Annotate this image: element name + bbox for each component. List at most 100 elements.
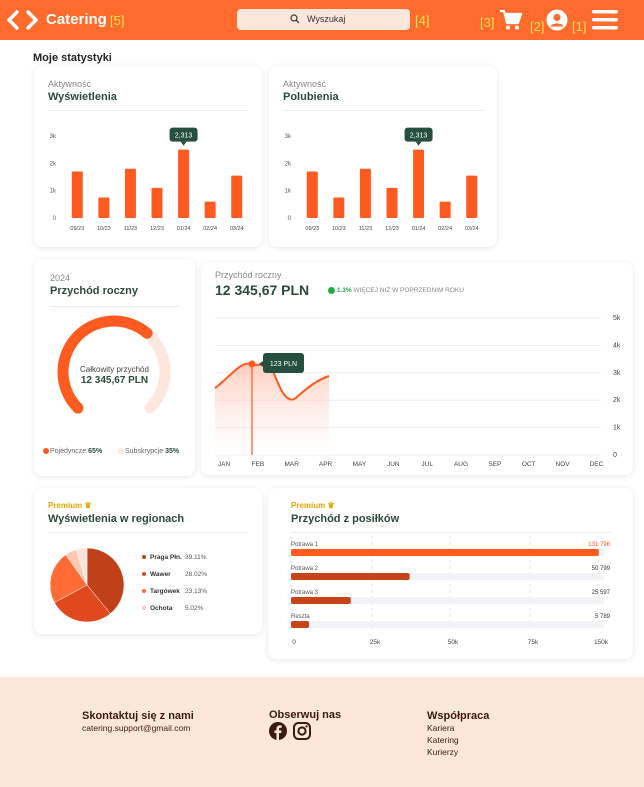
- bar: [359, 168, 371, 218]
- annual-revenue-card: 2024 Przychód roczny Całkowity przychód …: [34, 259, 195, 476]
- regions-pie-chart: [49, 547, 125, 623]
- cart-icon[interactable]: [499, 8, 523, 32]
- coop-link-careers[interactable]: Kariera: [427, 723, 454, 733]
- y-tick-label: 3k: [50, 134, 57, 140]
- area-fill: [215, 362, 329, 455]
- bar: [291, 597, 351, 604]
- bar: [291, 573, 410, 580]
- legend-label: Ochota: [150, 605, 173, 612]
- coop-link-catering[interactable]: Katering: [427, 735, 459, 745]
- tooltip-value: 123 PLN: [270, 361, 297, 368]
- legend-item: Wawer 28.02%: [142, 571, 262, 578]
- bar: [386, 187, 398, 218]
- marker-3: [3]: [480, 15, 495, 30]
- bar: [333, 197, 345, 218]
- x-tick-label: 50k: [448, 639, 459, 646]
- x-tick-label: MAY: [353, 461, 367, 468]
- marker-4: [4]: [415, 13, 430, 28]
- y-tick-label: 0: [53, 216, 57, 222]
- x-tick-label: NOV: [556, 461, 571, 468]
- bar: [71, 171, 83, 218]
- tooltip-pointer: [180, 141, 187, 146]
- y-tick-label: 5k: [613, 315, 621, 322]
- marker-1: [1]: [572, 19, 587, 34]
- search-input[interactable]: Wyszukaj: [237, 9, 410, 30]
- tooltip-pointer: [415, 141, 422, 146]
- contact-email[interactable]: catering.support@gmail.com: [82, 723, 190, 733]
- x-tick-label: 11/23: [124, 226, 137, 232]
- bar: [124, 168, 136, 218]
- y-tick-label: 4k: [613, 342, 621, 349]
- page-title: Moje statystyki: [33, 52, 112, 64]
- bar-value: 50 799: [592, 566, 611, 572]
- bar-label: Potrawa 2: [291, 566, 319, 572]
- x-tick-label: DEC: [590, 461, 604, 468]
- bar: [178, 149, 190, 218]
- footer: Skontaktuj się z nami catering.support@g…: [0, 677, 644, 787]
- bar-track: [291, 621, 604, 628]
- legend-value: 39.11%: [185, 554, 207, 561]
- bar: [413, 149, 425, 218]
- brand-title[interactable]: Catering: [46, 11, 107, 28]
- x-tick-label: 01/24: [412, 226, 426, 232]
- bar: [231, 175, 243, 218]
- bar: [291, 549, 599, 556]
- legend-value: 28.02%: [185, 571, 208, 578]
- bar-value: 25 597: [592, 590, 611, 596]
- y-tick-label: 1k: [50, 189, 57, 195]
- contact-title: Skontaktuj się z nami: [82, 710, 194, 722]
- follow-title: Obserwuj nas: [269, 709, 342, 721]
- x-tick-label: 12/23: [385, 226, 399, 232]
- bar-value: 5 789: [595, 614, 611, 620]
- legend-dot: [142, 606, 146, 611]
- legend-subscription: Subskrypcje 35%: [118, 448, 179, 455]
- coop-link-couriers[interactable]: Kurierzy: [427, 747, 458, 757]
- x-tick-label: 10/23: [97, 226, 111, 232]
- marker-2: [2]: [530, 19, 545, 34]
- y-tick-label: 3k: [285, 134, 292, 140]
- x-tick-label: 01/24: [177, 226, 191, 232]
- y-tick-label: 1k: [613, 425, 621, 432]
- y-tick-label: 3k: [613, 370, 621, 377]
- x-tick-label: 03/24: [465, 226, 479, 232]
- coop-title: Współpraca: [427, 710, 490, 722]
- bar: [204, 201, 216, 218]
- back-arrow-icon[interactable]: [5, 10, 21, 30]
- bar: [151, 187, 163, 218]
- x-tick-label: 09/23: [70, 226, 84, 232]
- bar: [291, 621, 309, 628]
- legend-single-label: Pojedyncze: [50, 448, 87, 455]
- account-icon[interactable]: [546, 9, 568, 31]
- menu-icon[interactable]: [592, 9, 618, 31]
- legend-dot: [118, 448, 124, 455]
- meals-bar-chart: 0 25k 50k 75k 150k Potrawa 1 131 796 Potrawa 2 5…: [290, 536, 611, 646]
- x-tick-label: JAN: [218, 461, 231, 468]
- x-tick-label: 09/23: [305, 226, 319, 232]
- instagram-icon[interactable]: [293, 722, 311, 740]
- revenue-line-card: Przychód roczny 12 345,67 PLN 1.3% WIĘCE…: [201, 262, 633, 475]
- legend-item: Ochota 5.02%: [142, 605, 262, 612]
- likes-bar-chart: 3k 2k 1k 0 09/23 10/23 11/23 12/23 01/24 02/24 03/…: [285, 127, 479, 232]
- meals-card: Premium ♛ Przychód z posiłków 0 25k 50k 75k…: [268, 488, 633, 659]
- search-placeholder: Wyszukaj: [307, 14, 346, 24]
- x-tick-label: 02/24: [203, 226, 217, 232]
- bar-label: Potrawa 1: [291, 542, 319, 548]
- legend-value: 23.13%: [185, 588, 208, 595]
- x-tick-label: 75k: [528, 639, 539, 646]
- x-tick-label: FEB: [252, 461, 265, 468]
- legend-single: Pojedyncze 65%: [43, 448, 102, 455]
- x-tick-label: 0: [292, 639, 296, 646]
- x-tick-label: 02/24: [438, 226, 452, 232]
- y-tick-label: 2k: [613, 397, 621, 404]
- facebook-icon[interactable]: [269, 722, 287, 740]
- forward-arrow-icon[interactable]: [24, 10, 40, 30]
- x-tick-label: AUG: [454, 461, 468, 468]
- likes-card: Aktywność Polubienia 3k 2k 1k 0 09/23 10/23 11…: [269, 66, 497, 247]
- x-tick-label: MAR: [284, 461, 299, 468]
- y-tick-label: 0: [613, 452, 617, 459]
- legend-dot: [142, 555, 146, 560]
- bar: [306, 171, 318, 218]
- marker-5: [5]: [110, 13, 125, 28]
- legend-subscription-value: 35%: [165, 448, 180, 455]
- x-tick-label: 150k: [594, 639, 609, 646]
